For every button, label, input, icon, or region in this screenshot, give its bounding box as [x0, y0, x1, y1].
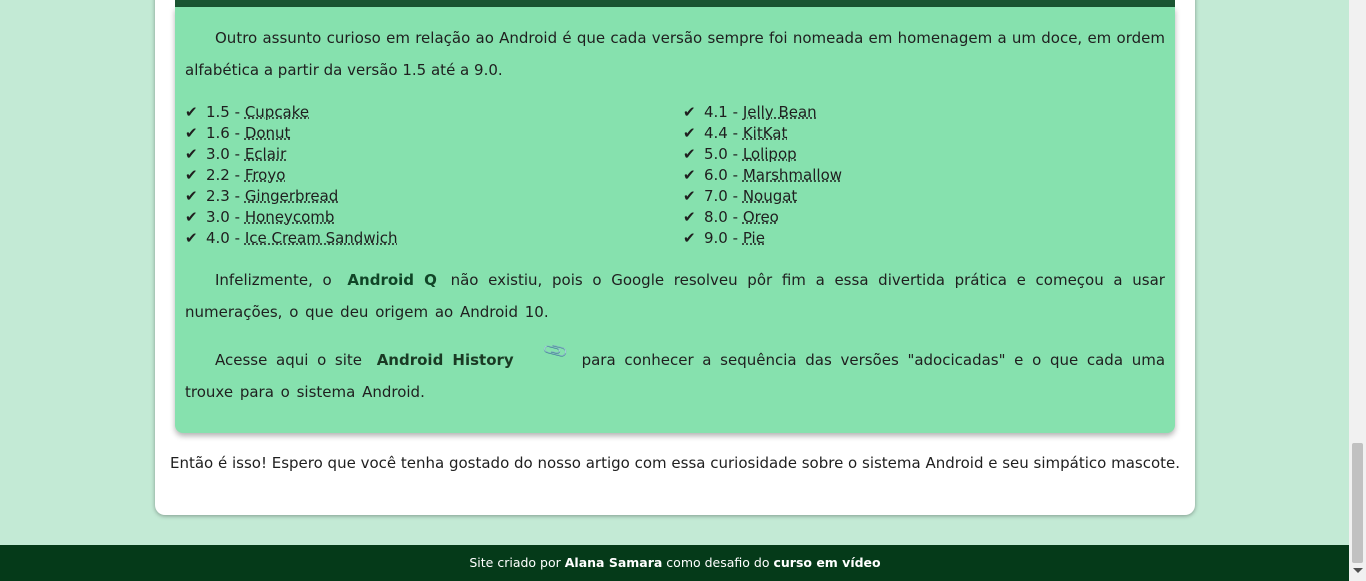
paperclip-icon: 📎 — [541, 337, 570, 366]
history-paragraph: Acesse aqui o site Android History 📎 para… — [185, 337, 1165, 408]
check-icon: ✔ — [683, 166, 696, 184]
footer-author: Alana Samara — [564, 555, 663, 570]
list-item: ✔ 5.0 - Lolipop — [683, 145, 797, 163]
curiosity-box: Outro assunto curioso em relação ao Andr… — [175, 7, 1175, 433]
check-icon: ✔ — [185, 229, 198, 247]
scrollbar-thumb[interactable] — [1352, 443, 1363, 563]
section-top-bar — [175, 0, 1175, 7]
list-item: ✔ 1.6 - Donut — [185, 124, 291, 142]
check-icon: ✔ — [185, 166, 198, 184]
version-name: Ice Cream Sandwich — [244, 229, 398, 247]
android-q-paragraph: Infelizmente, o Android Q não existiu, p… — [185, 271, 1165, 321]
version-name: Eclair — [244, 145, 287, 163]
list-item: ✔ 4.1 - Jelly Bean — [683, 103, 817, 121]
footer-course: curso em vídeo — [773, 555, 881, 570]
version-name: KitKat — [742, 124, 788, 142]
list-item: ✔ 1.5 - Cupcake — [185, 103, 310, 121]
check-icon: ✔ — [683, 229, 696, 247]
version-name: Gingerbread — [244, 187, 339, 205]
version-name: Froyo — [244, 166, 286, 184]
version-name: Marshmallow — [742, 166, 843, 184]
version-name: Pie — [742, 229, 765, 247]
intro-paragraph: Outro assunto curioso em relação ao Andr… — [185, 29, 1165, 79]
check-icon: ✔ — [185, 124, 198, 142]
list-item: ✔ 9.0 - Pie — [683, 229, 765, 247]
list-item: ✔ 3.0 - Eclair — [185, 145, 287, 163]
check-icon: ✔ — [185, 103, 198, 121]
list-item: ✔ 4.0 - Ice Cream Sandwich — [185, 229, 398, 247]
android-history-link[interactable]: Android History 📎 — [371, 337, 573, 369]
check-icon: ✔ — [185, 145, 198, 163]
footer: Site criado por Alana Samara como desafi… — [0, 545, 1350, 581]
check-icon: ✔ — [683, 145, 696, 163]
scroll-down-arrow-icon[interactable] — [1353, 568, 1363, 573]
version-name: Jelly Bean — [742, 103, 817, 121]
list-item: ✔ 3.0 - Honeycomb — [185, 208, 335, 226]
list-item: ✔ 8.0 - Oreo — [683, 208, 779, 226]
check-icon: ✔ — [683, 124, 696, 142]
version-name: Oreo — [742, 208, 779, 226]
list-item: ✔ 6.0 - Marshmallow — [683, 166, 843, 184]
check-icon: ✔ — [683, 187, 696, 205]
check-icon: ✔ — [683, 103, 696, 121]
android-q-highlight: Android Q — [347, 271, 437, 289]
version-name: Lolipop — [742, 145, 797, 163]
version-list-left: ✔ 1.5 - Cupcake ✔ 1.6 - Donut ✔ 3.0 - Eclai… — [185, 102, 398, 249]
closing-text: Então é isso! Espero que você tenha gost… — [169, 454, 1181, 472]
version-name: Nougat — [742, 187, 798, 205]
version-name: Donut — [244, 124, 291, 142]
check-icon: ✔ — [185, 187, 198, 205]
check-icon: ✔ — [683, 208, 696, 226]
check-icon: ✔ — [185, 208, 198, 226]
list-item: ✔ 4.4 - KitKat — [683, 124, 788, 142]
version-name: Honeycomb — [244, 208, 335, 226]
version-list-right: ✔ 4.1 - Jelly Bean ✔ 4.4 - KitKat ✔ 5.0 - L… — [683, 102, 842, 249]
list-item: ✔ 2.2 - Froyo — [185, 166, 286, 184]
list-item: ✔ 2.3 - Gingerbread — [185, 187, 339, 205]
list-item: ✔ 7.0 - Nougat — [683, 187, 798, 205]
version-name: Cupcake — [244, 103, 310, 121]
